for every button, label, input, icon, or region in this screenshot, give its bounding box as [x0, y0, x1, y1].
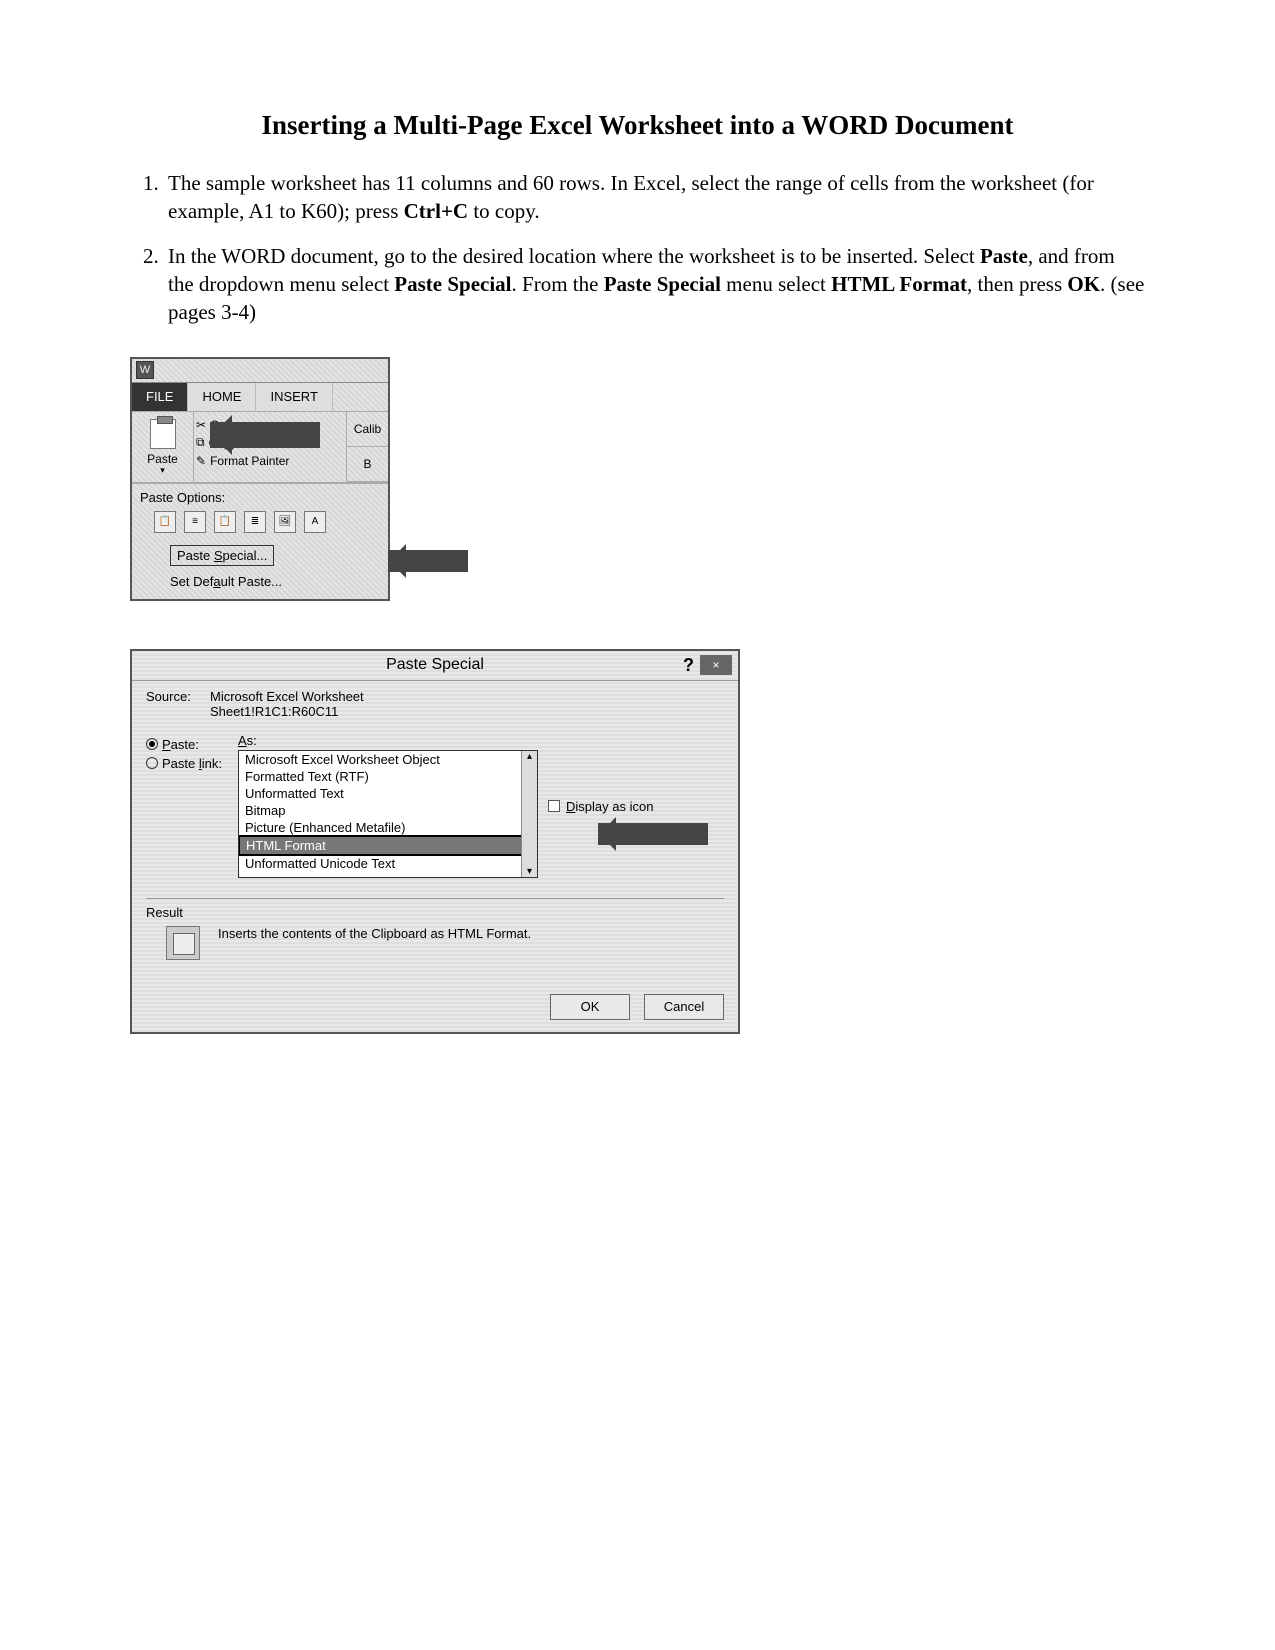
ribbon-tabs: FILE HOME INSERT: [132, 383, 388, 411]
paste-option-icon[interactable]: 📋: [154, 511, 176, 533]
annotation-arrow-icon: [598, 823, 708, 845]
radio-icon: [146, 738, 158, 750]
radio-icon: [146, 757, 158, 769]
set-default-paste-menu-item[interactable]: Set Default Paste...: [170, 574, 380, 589]
list-item[interactable]: Microsoft Excel Worksheet Object: [239, 751, 537, 768]
clipboard-icon: [150, 419, 176, 449]
annotation-arrow-icon: [388, 550, 468, 572]
result-heading: Result: [146, 905, 724, 920]
clipboard-result-icon: [166, 926, 200, 960]
display-as-icon-checkbox[interactable]: Display as icon: [548, 735, 653, 878]
scrollbar[interactable]: ▴ ▾: [521, 751, 537, 877]
chevron-down-icon: ▾: [160, 466, 165, 475]
step-2: In the WORD document, go to the desired …: [164, 242, 1145, 327]
scroll-down-icon[interactable]: ▾: [527, 866, 532, 877]
paste-option-icon[interactable]: ≣: [244, 511, 266, 533]
ok-button[interactable]: OK: [550, 994, 630, 1020]
as-label: As:: [238, 733, 538, 748]
help-button[interactable]: ?: [683, 655, 694, 676]
tab-file[interactable]: FILE: [132, 383, 188, 411]
cancel-button[interactable]: Cancel: [644, 994, 724, 1020]
paste-option-icon[interactable]: ≡: [184, 511, 206, 533]
list-item[interactable]: Formatted Text (RTF): [239, 768, 537, 785]
page-title: Inserting a Multi-Page Excel Worksheet i…: [130, 110, 1145, 141]
paste-option-icon[interactable]: 🖼: [274, 511, 296, 533]
instruction-list: The sample worksheet has 11 columns and …: [130, 169, 1145, 327]
word-app-icon: W: [136, 361, 154, 379]
annotation-arrow-icon: [210, 422, 320, 448]
list-item[interactable]: Bitmap: [239, 802, 537, 819]
titlebar: W: [132, 359, 388, 383]
tab-home[interactable]: HOME: [188, 383, 256, 411]
ribbon-clipboard-group: Paste ▾ ✂ Cut ⧉ Copy ✎ Format Painter: [132, 411, 388, 483]
paste-option-icon[interactable]: A: [304, 511, 326, 533]
tab-insert[interactable]: INSERT: [256, 383, 332, 411]
list-item[interactable]: Unformatted Unicode Text: [239, 855, 537, 872]
scroll-up-icon[interactable]: ▴: [527, 751, 532, 762]
paste-option-icon[interactable]: 📋: [214, 511, 236, 533]
paste-link-radio[interactable]: Paste link:: [146, 756, 228, 771]
list-item[interactable]: Unformatted Text: [239, 785, 537, 802]
dialog-titlebar: Paste Special ? ×: [132, 651, 738, 681]
paste-special-dialog: Paste Special ? × Source: Microsoft Exce…: [130, 649, 740, 1034]
format-listbox[interactable]: Microsoft Excel Worksheet Object Formatt…: [238, 750, 538, 878]
paste-dropdown-menu: Paste Options: 📋 ≡ 📋 ≣ 🖼 A Paste Special…: [132, 483, 388, 599]
list-item-selected[interactable]: HTML Format: [238, 835, 538, 856]
source-row: Source: Microsoft Excel Worksheet Sheet1…: [146, 689, 724, 719]
paste-radio[interactable]: Paste:: [146, 737, 228, 752]
paintbrush-icon: ✎: [196, 454, 206, 468]
word-ribbon-screenshot: W FILE HOME INSERT Paste ▾ ✂ Cut ⧉ Copy: [130, 357, 390, 601]
source-label: Source:: [146, 689, 202, 719]
font-group-fragment: Calib B: [346, 412, 388, 482]
checkbox-icon: [548, 800, 560, 812]
list-item[interactable]: Picture (Enhanced Metafile): [239, 819, 537, 836]
paste-special-menu-item[interactable]: Paste Special...: [170, 545, 274, 566]
close-button[interactable]: ×: [700, 655, 732, 675]
dialog-title-text: Paste Special: [386, 656, 484, 674]
bold-button[interactable]: B: [347, 447, 388, 482]
step-1: The sample worksheet has 11 columns and …: [164, 169, 1145, 226]
paste-button[interactable]: Paste ▾: [132, 412, 194, 482]
paste-options-label: Paste Options:: [140, 490, 380, 505]
result-description: Inserts the contents of the Clipboard as…: [218, 926, 531, 941]
font-name-fragment[interactable]: Calib: [347, 412, 388, 447]
